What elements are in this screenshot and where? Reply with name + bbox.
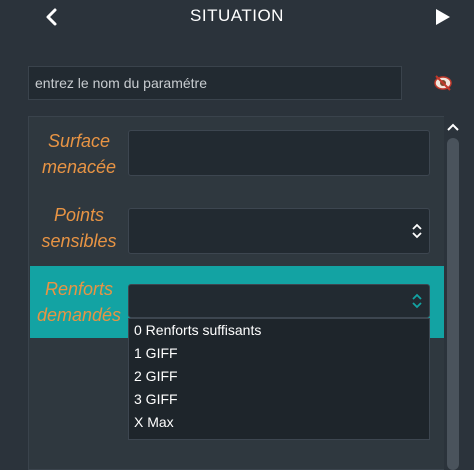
label-line: menacée [41, 157, 117, 177]
eye-slash-icon[interactable] [432, 73, 454, 93]
label-line: sensibles [41, 231, 117, 251]
updown-chevron-icon [412, 223, 422, 239]
label-line: Points [53, 205, 105, 225]
points-sensibles-select[interactable] [128, 208, 430, 254]
field-label-renforts-demandes: Renforts demandés [30, 276, 128, 328]
field-label-points-sensibles: Points sensibles [30, 202, 128, 254]
dropdown-option[interactable]: 2 GIFF [129, 365, 429, 388]
search-input[interactable]: entrez le nom du paramétre [28, 66, 402, 100]
renforts-dropdown-list: 0 Renforts suffisants 1 GIFF 2 GIFF 3 GI… [128, 318, 430, 440]
page-title: SITUATION [190, 6, 284, 25]
label-line: demandés [36, 305, 122, 325]
field-label-surface-menacee: Surface menacée [30, 128, 128, 180]
scroll-up-icon[interactable] [445, 120, 461, 132]
scroll-thumb[interactable] [447, 138, 459, 470]
label-line: Renforts [44, 279, 114, 299]
header-bar: SITUATION [0, 0, 474, 36]
surface-menacee-input[interactable] [128, 130, 430, 176]
dropdown-option[interactable]: X Max [129, 411, 429, 434]
dropdown-option[interactable]: 0 Renforts suffisants [129, 319, 429, 342]
renforts-demandes-select[interactable] [128, 284, 430, 318]
label-line: Surface [47, 131, 111, 151]
dropdown-option[interactable]: 1 GIFF [129, 342, 429, 365]
updown-chevron-icon [412, 293, 422, 309]
next-button[interactable] [430, 4, 454, 30]
dropdown-option[interactable]: 3 GIFF [129, 388, 429, 411]
play-icon [436, 9, 450, 25]
